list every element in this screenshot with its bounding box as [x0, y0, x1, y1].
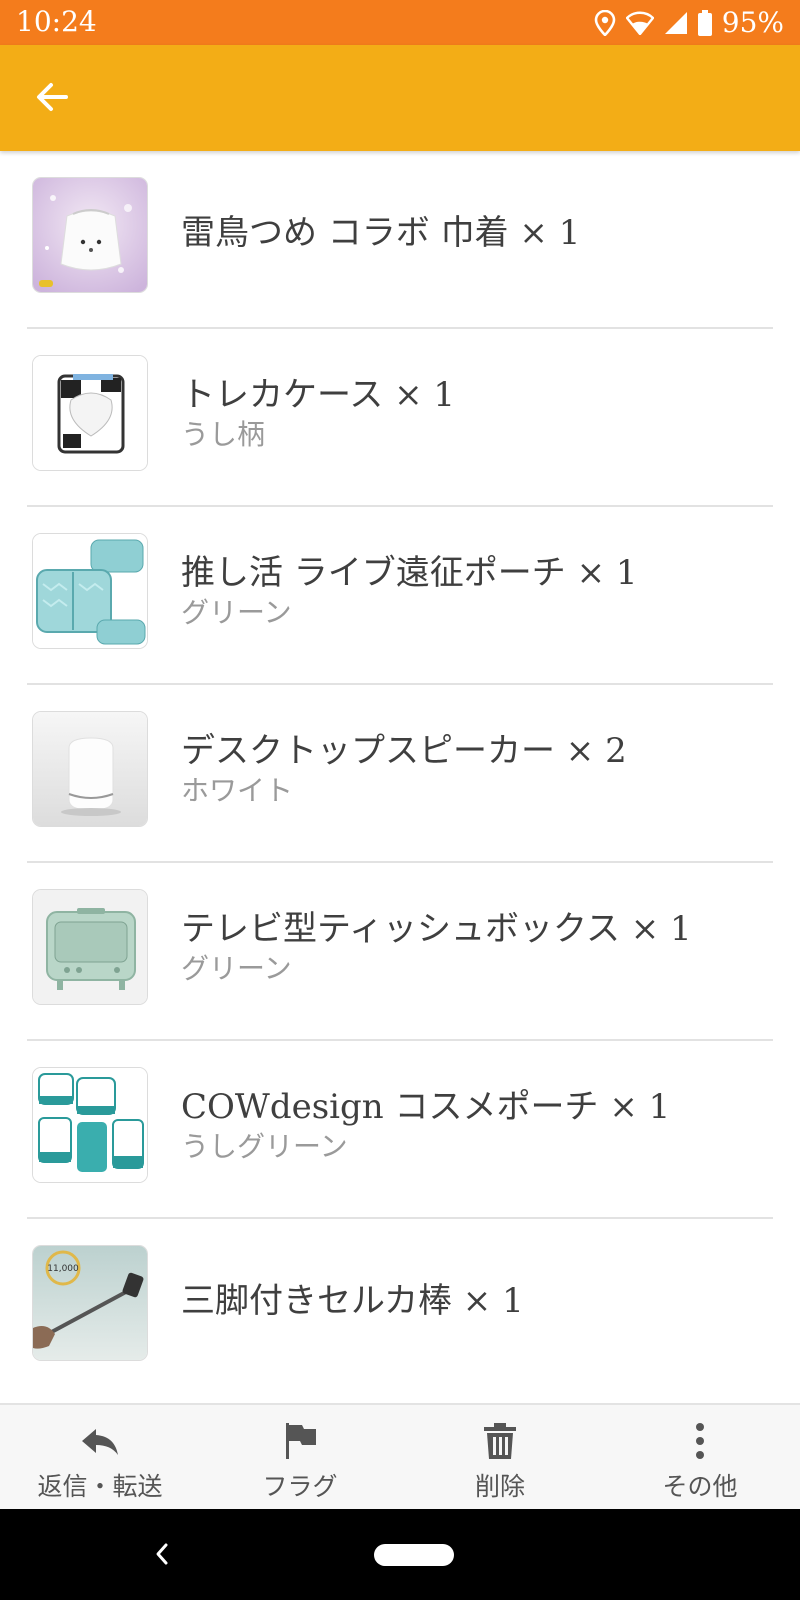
item-text: トレカケース × 1 うし柄 — [181, 375, 773, 453]
reply-forward-label: 返信・転送 — [37, 1472, 163, 1501]
item-text: 三脚付きセルカ棒 × 1 — [181, 1281, 773, 1321]
delete-label: 削除 — [474, 1472, 525, 1501]
product-image — [32, 1067, 148, 1183]
battery-icon — [697, 9, 712, 36]
item-title: デスクトップスピーカー × 2 — [181, 731, 627, 771]
list-item[interactable]: COWdesign コスメポーチ × 1 うしグリーン — [27, 1041, 773, 1219]
item-variant: グリーン — [181, 952, 292, 985]
item-variant: グリーン — [181, 596, 292, 629]
product-image — [32, 711, 148, 827]
item-text: テレビ型ティッシュボックス × 1 グリーン — [181, 909, 773, 987]
battery-percent: 95% — [721, 6, 784, 39]
item-variant: うしグリーン — [181, 1130, 348, 1163]
list-item[interactable]: トレカケース × 1 うし柄 — [27, 329, 773, 507]
item-text: COWdesign コスメポーチ × 1 うしグリーン — [181, 1087, 773, 1165]
app-bar — [0, 45, 800, 151]
more-label: その他 — [662, 1472, 738, 1501]
location-icon — [594, 9, 616, 36]
reply-icon — [82, 1429, 118, 1455]
flag-button[interactable]: フラグ — [200, 1405, 400, 1511]
arrow-back-icon — [37, 83, 68, 111]
more-vertical-icon — [696, 1423, 704, 1459]
signal-icon — [664, 11, 688, 35]
order-item-list: 雷鳥つめ コラボ 巾着 × 1 トレカケース × 1 うし柄 推し活 ライブ遠征… — [0, 151, 800, 1397]
list-item[interactable]: デスクトップスピーカー × 2 ホワイト — [27, 685, 773, 863]
list-item[interactable]: 11,000 三脚付きセルカ棒 × 1 — [27, 1219, 773, 1397]
status-icons: 95% — [594, 6, 784, 39]
product-image — [32, 177, 148, 293]
item-title: テレビ型ティッシュボックス × 1 — [181, 909, 692, 949]
list-item[interactable]: 雷鳥つめ コラボ 巾着 × 1 — [27, 151, 773, 329]
item-text: 雷鳥つめ コラボ 巾着 × 1 — [181, 213, 773, 253]
sales-badge-text: 11,000 — [47, 1264, 79, 1274]
item-text: 推し活 ライブ遠征ポーチ × 1 グリーン — [181, 553, 773, 631]
wifi-icon — [625, 11, 654, 35]
list-item[interactable]: テレビ型ティッシュボックス × 1 グリーン — [27, 863, 773, 1041]
back-button[interactable] — [30, 75, 74, 119]
item-variant: うし柄 — [181, 418, 266, 451]
flag-icon — [286, 1423, 316, 1459]
reply-forward-button[interactable]: 返信・転送 — [0, 1405, 200, 1511]
item-text: デスクトップスピーカー × 2 ホワイト — [181, 731, 773, 809]
item-title: トレカケース × 1 — [181, 375, 456, 415]
system-home-pill[interactable] — [374, 1544, 454, 1566]
item-variant: ホワイト — [181, 774, 294, 807]
system-navigation-bar — [0, 1509, 800, 1600]
delete-button[interactable]: 削除 — [400, 1405, 600, 1511]
item-title: 雷鳥つめ コラボ 巾着 × 1 — [181, 213, 581, 253]
product-image — [32, 355, 148, 471]
product-image — [32, 889, 148, 1005]
item-title: 推し活 ライブ遠征ポーチ × 1 — [181, 553, 638, 593]
item-title: COWdesign コスメポーチ × 1 — [181, 1087, 671, 1127]
status-bar: 10:24 95% — [0, 0, 800, 45]
product-image: 11,000 — [32, 1245, 148, 1361]
list-item[interactable]: 推し活 ライブ遠征ポーチ × 1 グリーン — [27, 507, 773, 685]
product-image — [32, 533, 148, 649]
status-time: 10:24 — [16, 5, 97, 38]
bottom-action-bar: 返信・転送 フラグ 削除 その他 — [0, 1403, 800, 1509]
flag-label: フラグ — [262, 1472, 338, 1501]
trash-icon — [484, 1423, 516, 1459]
item-title: 三脚付きセルカ棒 × 1 — [181, 1281, 524, 1321]
more-button[interactable]: その他 — [600, 1405, 800, 1511]
system-back-icon[interactable] — [150, 1537, 174, 1571]
